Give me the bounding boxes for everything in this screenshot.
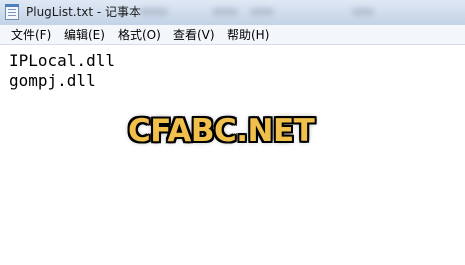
blurred-title-region	[212, 8, 238, 16]
menu-edit[interactable]: 编辑(E)	[63, 27, 106, 43]
menu-format[interactable]: 格式(O)	[117, 27, 162, 43]
blurred-title-region	[140, 8, 168, 16]
title-bar[interactable]: PlugList.txt - 记事本	[0, 0, 465, 25]
blurred-title-region	[250, 8, 274, 16]
menu-view[interactable]: 查看(V)	[172, 27, 216, 43]
menu-bar: 文件(F) 编辑(E) 格式(O) 查看(V) 帮助(H)	[0, 25, 465, 45]
blurred-title-region	[352, 8, 374, 16]
editor-line: IPLocal.dll	[9, 51, 115, 70]
notepad-icon[interactable]	[5, 4, 19, 20]
watermark-text: CFABC.NET	[128, 113, 315, 149]
editor-line: gompj.dll	[9, 71, 96, 90]
window-title: PlugList.txt - 记事本	[26, 5, 142, 19]
menu-help[interactable]: 帮助(H)	[226, 27, 270, 43]
text-editor-area[interactable]: IPLocal.dll gompj.dll	[0, 45, 465, 265]
notepad-window: PlugList.txt - 记事本 文件(F) 编辑(E) 格式(O) 查看(…	[0, 0, 465, 265]
menu-file[interactable]: 文件(F)	[10, 27, 52, 43]
